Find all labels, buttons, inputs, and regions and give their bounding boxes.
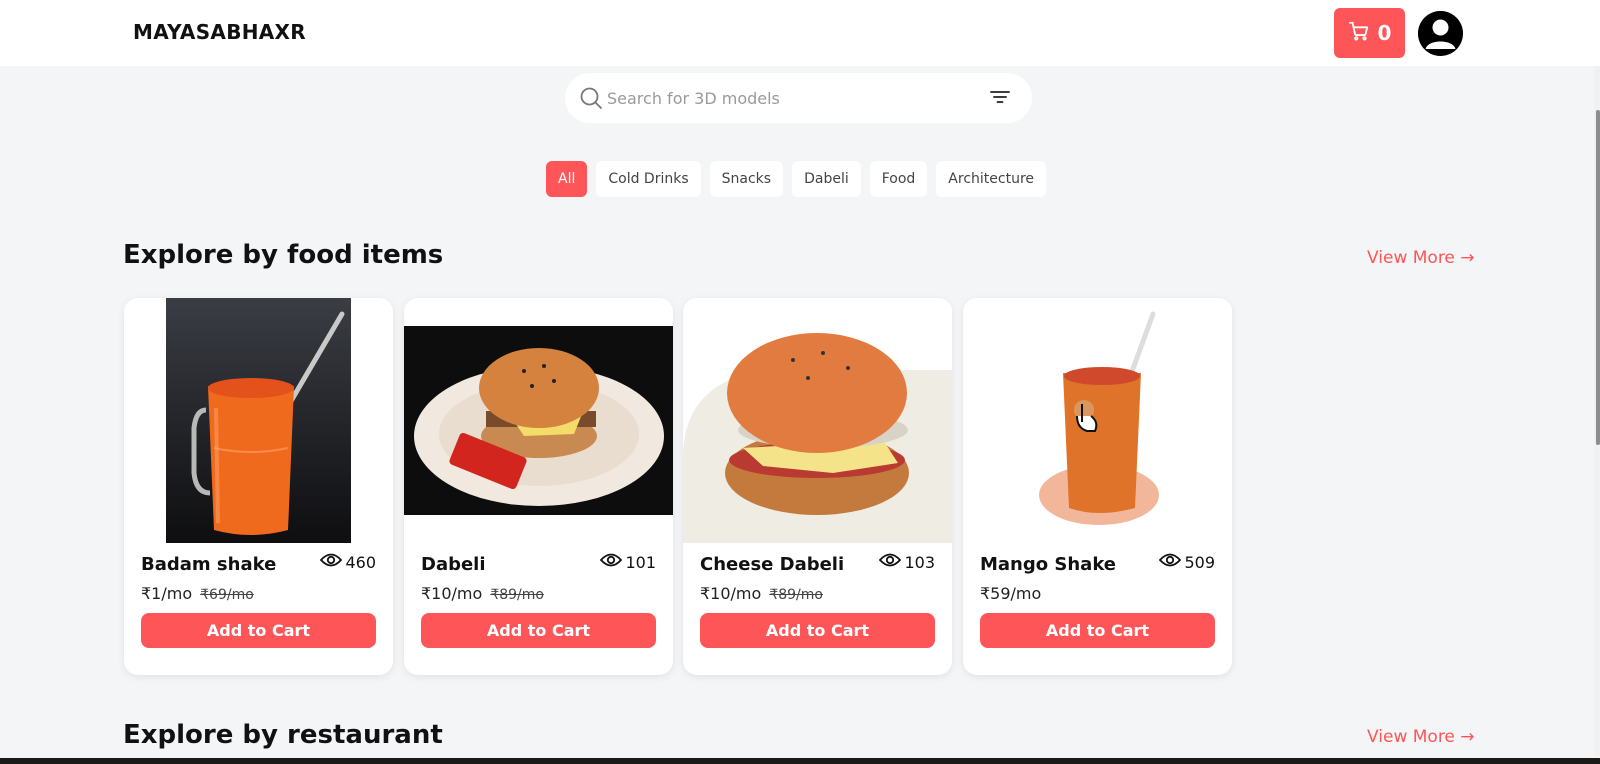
original-price: ₹69/mo (200, 587, 254, 603)
product-price: ₹59/mo (980, 584, 1041, 603)
search-bar (565, 73, 1032, 123)
add-to-cart-button[interactable]: Add to Cart (141, 613, 376, 648)
product-card-dabeli[interactable]: Dabeli 101 ₹10/mo ₹89/mo Add to Cart (404, 298, 673, 675)
user-avatar-icon[interactable] (1418, 11, 1463, 56)
view-count: 103 (879, 552, 935, 572)
top-header: MAYASABHAXR 0 (0, 0, 1600, 66)
view-count: 509 (1159, 552, 1215, 572)
eye-icon (320, 552, 343, 572)
category-chip-dabeli[interactable]: Dabeli (792, 161, 861, 197)
product-card-badam-shake[interactable]: Badam shake 460 ₹1/mo ₹69/mo Add to Cart (124, 298, 393, 675)
view-count-value: 460 (345, 552, 376, 572)
view-count-value: 509 (1184, 552, 1215, 572)
product-price: ₹10/mo ₹89/mo (421, 584, 544, 603)
category-chip-architecture[interactable]: Architecture (936, 161, 1047, 197)
cart-button[interactable]: 0 (1334, 8, 1405, 58)
section-title-restaurant: Explore by restaurant (123, 720, 443, 750)
product-name: Cheese Dabeli (700, 554, 845, 575)
eye-icon (600, 552, 623, 572)
category-filter-bar: All Cold Drinks Snacks Dabeli Food Archi… (546, 161, 1047, 197)
search-icon[interactable] (579, 86, 603, 114)
view-count: 101 (600, 552, 656, 572)
category-chip-snacks[interactable]: Snacks (709, 161, 784, 197)
filter-icon[interactable] (990, 89, 1010, 109)
original-price: ₹89/mo (769, 587, 823, 603)
product-image-dabeli[interactable] (404, 298, 673, 543)
content-preview-strip (0, 758, 1600, 764)
view-count-value: 101 (625, 552, 656, 572)
eye-icon (879, 552, 902, 572)
original-price: ₹89/mo (490, 587, 544, 603)
product-name: Badam shake (141, 554, 277, 575)
product-card-cheese-dabeli[interactable]: Cheese Dabeli 103 ₹10/mo ₹89/mo Add to Ca… (683, 298, 952, 675)
brand-logo[interactable]: MAYASABHAXR (133, 20, 306, 44)
add-to-cart-button[interactable]: Add to Cart (980, 613, 1215, 648)
product-image-badam-shake[interactable] (124, 298, 393, 543)
product-image-cheese-dabeli[interactable] (683, 298, 952, 543)
add-to-cart-button[interactable]: Add to Cart (700, 613, 935, 648)
current-price: ₹10/mo (421, 584, 483, 603)
product-image-mango-shake[interactable] (963, 298, 1232, 543)
category-chip-food[interactable]: Food (869, 161, 928, 197)
view-count: 460 (320, 552, 376, 572)
category-chip-all[interactable]: All (546, 161, 588, 197)
product-price: ₹1/mo ₹69/mo (141, 584, 254, 603)
product-price: ₹10/mo ₹89/mo (700, 584, 823, 603)
category-chip-cold-drinks[interactable]: Cold Drinks (596, 161, 701, 197)
search-input[interactable] (607, 83, 967, 113)
scrollbar-thumb[interactable] (1596, 110, 1600, 445)
view-more-restaurant-link[interactable]: View More → (1367, 727, 1475, 747)
product-name: Mango Shake (980, 554, 1117, 575)
cart-icon (1348, 20, 1370, 46)
view-more-food-items-link[interactable]: View More → (1367, 248, 1475, 268)
cart-count: 0 (1377, 21, 1392, 45)
section-title-food-items: Explore by food items (123, 240, 444, 270)
add-to-cart-button[interactable]: Add to Cart (421, 613, 656, 648)
current-price: ₹59/mo (980, 584, 1042, 603)
eye-icon (1159, 552, 1182, 572)
current-price: ₹10/mo (700, 584, 762, 603)
view-count-value: 103 (904, 552, 935, 572)
product-card-mango-shake[interactable]: Mango Shake 509 ₹59/mo Add to Cart (963, 298, 1232, 675)
product-name: Dabeli (421, 554, 486, 575)
current-price: ₹1/mo (141, 584, 193, 603)
